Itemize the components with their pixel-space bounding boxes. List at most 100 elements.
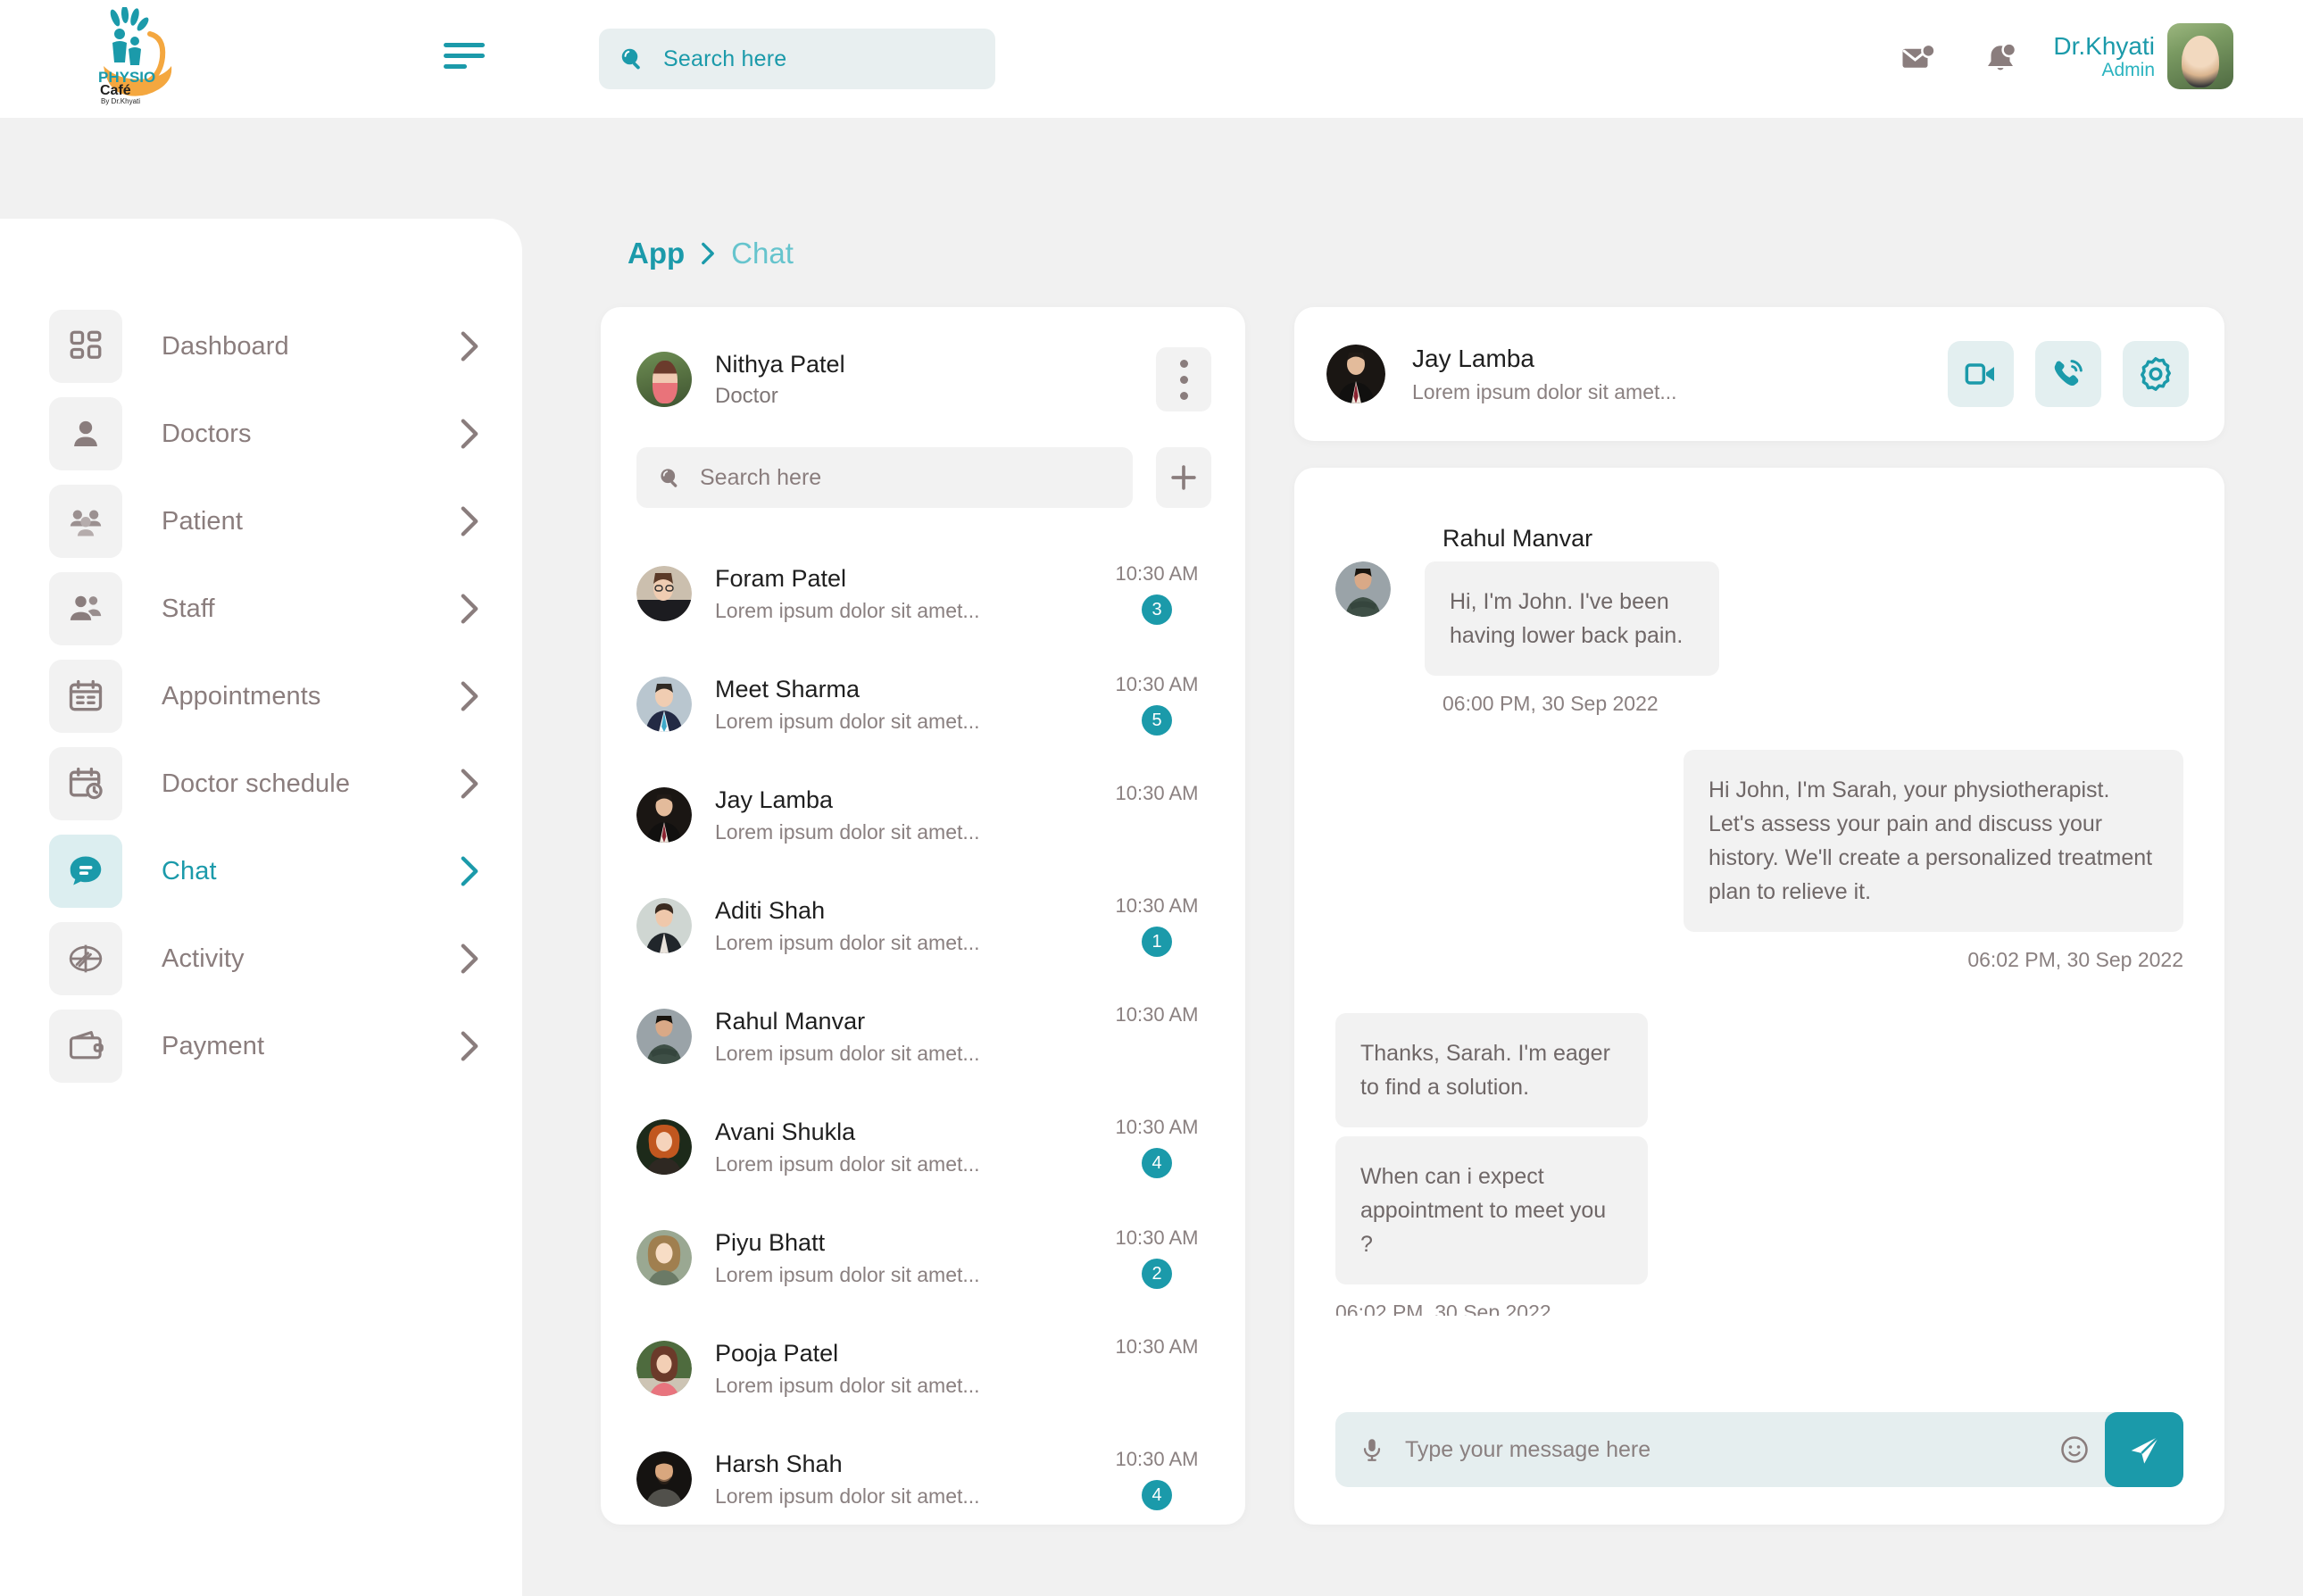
- message-bubble: Hi John, I'm Sarah, your physiotherapist…: [1684, 750, 2183, 932]
- logo-cafe-text: Café: [100, 83, 131, 98]
- app-logo[interactable]: PHYSIO Café By Dr.Khyati: [86, 7, 193, 105]
- contact-meta: 10:30 AM: [1102, 1335, 1211, 1402]
- dot: [1179, 391, 1188, 400]
- contact-name: Foram Patel: [715, 564, 847, 592]
- user-role: Admin: [2101, 59, 2155, 80]
- dot: [1179, 375, 1188, 384]
- conversation-action-buttons: [1948, 341, 2189, 407]
- sidebar-item-doctor-schedule[interactable]: Doctor schedule: [0, 741, 522, 827]
- list-item[interactable]: Jay Lamba Lorem ipsum dolor sit amet... …: [601, 760, 1245, 870]
- list-item[interactable]: Aditi Shah Lorem ipsum dolor sit amet...…: [601, 870, 1245, 981]
- message-row: Thanks, Sarah. I'm eager to find a solut…: [1335, 1013, 2183, 1284]
- video-call-button[interactable]: [1948, 341, 2014, 407]
- sidebar-item-patient[interactable]: Patient: [0, 478, 522, 564]
- user-profile-menu[interactable]: Dr.Khyati Admin: [2053, 23, 2233, 89]
- sidebar-item-activity[interactable]: Activity: [0, 916, 522, 1002]
- settings-button[interactable]: [2123, 341, 2189, 407]
- bell-notification-icon[interactable]: [1982, 41, 2019, 79]
- contact-time: 10:30 AM: [1115, 781, 1199, 804]
- chevron-right-icon: [461, 681, 478, 711]
- global-search-placeholder: Search here: [663, 46, 787, 71]
- chat-search-input[interactable]: Search here: [636, 447, 1133, 508]
- list-item[interactable]: Avani Shukla Lorem ipsum dolor sit amet.…: [601, 1092, 1245, 1202]
- unread-badge: 1: [1142, 927, 1172, 957]
- sidebar-item-chat[interactable]: Chat: [0, 828, 522, 914]
- sidebar-item-doctors[interactable]: Doctors: [0, 391, 522, 477]
- chat-list-panel: Nithya Patel Doctor Search here Foram Pa…: [601, 307, 1245, 1525]
- contact-info: Jay Lamba Lorem ipsum dolor sit amet...: [715, 786, 1102, 844]
- message-composer[interactable]: Type your message here: [1335, 1412, 2183, 1487]
- chat-list-search-row: Search here: [601, 411, 1245, 508]
- contact-preview: Lorem ipsum dolor sit amet...: [715, 1484, 980, 1508]
- contact-time: 10:30 AM: [1115, 1334, 1199, 1358]
- list-item[interactable]: Harsh Shah Lorem ipsum dolor sit amet...…: [601, 1424, 1245, 1525]
- avatar: [636, 898, 692, 953]
- contact-time: 10:30 AM: [1115, 562, 1199, 585]
- top-header-bar: PHYSIO Café By Dr.Khyati Search here Dr.…: [0, 0, 2303, 118]
- contact-info: Harsh Shah Lorem ipsum dolor sit amet...: [715, 1451, 1102, 1509]
- user-name: Dr.Khyati: [2053, 31, 2155, 60]
- list-item[interactable]: Pooja Patel Lorem ipsum dolor sit amet..…: [601, 1313, 1245, 1424]
- message-group: Thanks, Sarah. I'm eager to find a solut…: [1335, 1013, 2183, 1316]
- sidebar-item-staff[interactable]: Staff: [0, 566, 522, 652]
- smiley-icon[interactable]: [2058, 1434, 2091, 1466]
- sidebar-navigation: Dashboard Doctors Patient Staff Appointm…: [0, 219, 522, 1596]
- contact-info: Meet Sharma Lorem ipsum dolor sit amet..…: [715, 676, 1102, 734]
- contact-preview: Lorem ipsum dolor sit amet...: [715, 1151, 980, 1176]
- list-item[interactable]: Rahul Manvar Lorem ipsum dolor sit amet.…: [601, 981, 1245, 1092]
- list-item[interactable]: Meet Sharma Lorem ipsum dolor sit amet..…: [601, 649, 1245, 760]
- send-button[interactable]: [2105, 1412, 2183, 1487]
- global-search-input[interactable]: Search here: [599, 29, 995, 89]
- contact-preview: Lorem ipsum dolor sit amet...: [715, 819, 980, 844]
- mail-notification-icon[interactable]: [1900, 41, 1937, 79]
- sidebar-item-appointments[interactable]: Appointments: [0, 653, 522, 739]
- sidebar-item-dashboard[interactable]: Dashboard: [0, 303, 522, 389]
- contact-time: 10:30 AM: [1115, 673, 1199, 695]
- phone-call-button[interactable]: [2035, 341, 2101, 407]
- list-item[interactable]: Piyu Bhatt Lorem ipsum dolor sit amet...…: [601, 1202, 1245, 1313]
- chat-list-owner-row: Nithya Patel Doctor: [601, 307, 1245, 411]
- calendar-clock-icon: [49, 747, 122, 820]
- contact-time: 10:30 AM: [1115, 1002, 1199, 1026]
- hamburger-menu-icon[interactable]: [444, 43, 485, 73]
- avatar[interactable]: [2167, 23, 2233, 89]
- contact-meta: 10:30 AM: [1102, 1003, 1211, 1070]
- avatar: [1326, 345, 1385, 403]
- chevron-right-icon: [461, 856, 478, 886]
- contact-preview: Lorem ipsum dolor sit amet...: [715, 1262, 980, 1286]
- message-input-placeholder[interactable]: Type your message here: [1405, 1437, 2058, 1463]
- contact-name: Meet Sharma: [715, 675, 861, 702]
- search-icon: [621, 48, 640, 70]
- avatar: [1335, 561, 1391, 617]
- message-bubble: Hi, I'm John. I've been having lower bac…: [1425, 561, 1719, 676]
- contact-info: Rahul Manvar Lorem ipsum dolor sit amet.…: [715, 1008, 1102, 1066]
- breadcrumb-root-link[interactable]: App: [628, 237, 685, 270]
- contact-preview: Lorem ipsum dolor sit amet...: [715, 930, 980, 954]
- conversation-header: Jay Lamba Lorem ipsum dolor sit amet...: [1294, 307, 2224, 441]
- three-dots-icon[interactable]: [1156, 347, 1211, 411]
- plus-icon[interactable]: [1156, 447, 1211, 508]
- message-group: Hi John, I'm Sarah, your physiotherapist…: [1335, 750, 2183, 1006]
- video-camera-icon: [1965, 363, 1994, 385]
- list-item[interactable]: Foram Patel Lorem ipsum dolor sit amet..…: [601, 538, 1245, 649]
- avatar: [636, 677, 692, 732]
- contact-time: 10:30 AM: [1115, 1448, 1199, 1470]
- phone-call-icon: [2054, 360, 2083, 387]
- message-timestamp: 06:02 PM, 30 Sep 2022: [1335, 1301, 1551, 1316]
- message-timestamp: 06:00 PM, 30 Sep 2022: [1442, 692, 1659, 715]
- conversation-contact-name: Jay Lamba: [1412, 344, 1534, 372]
- hamburger-line: [444, 64, 467, 69]
- unread-badge: 3: [1142, 594, 1172, 625]
- sidebar-item-payment[interactable]: Payment: [0, 1003, 522, 1089]
- sidebar-nav-list: Dashboard Doctors Patient Staff Appointm…: [0, 219, 522, 1089]
- chevron-right-icon: [461, 594, 478, 624]
- contact-meta: 10:30 AM 5: [1102, 673, 1211, 736]
- avatar: [636, 1230, 692, 1285]
- contact-preview: Lorem ipsum dolor sit amet...: [715, 1373, 980, 1397]
- contact-name: Harsh Shah: [715, 1450, 843, 1477]
- message-timestamp: 06:02 PM, 30 Sep 2022: [1967, 948, 2183, 971]
- unread-badge: 4: [1142, 1480, 1172, 1510]
- contact-name: Pooja Patel: [715, 1339, 839, 1367]
- microphone-icon[interactable]: [1359, 1433, 1385, 1467]
- avatar: [636, 787, 692, 843]
